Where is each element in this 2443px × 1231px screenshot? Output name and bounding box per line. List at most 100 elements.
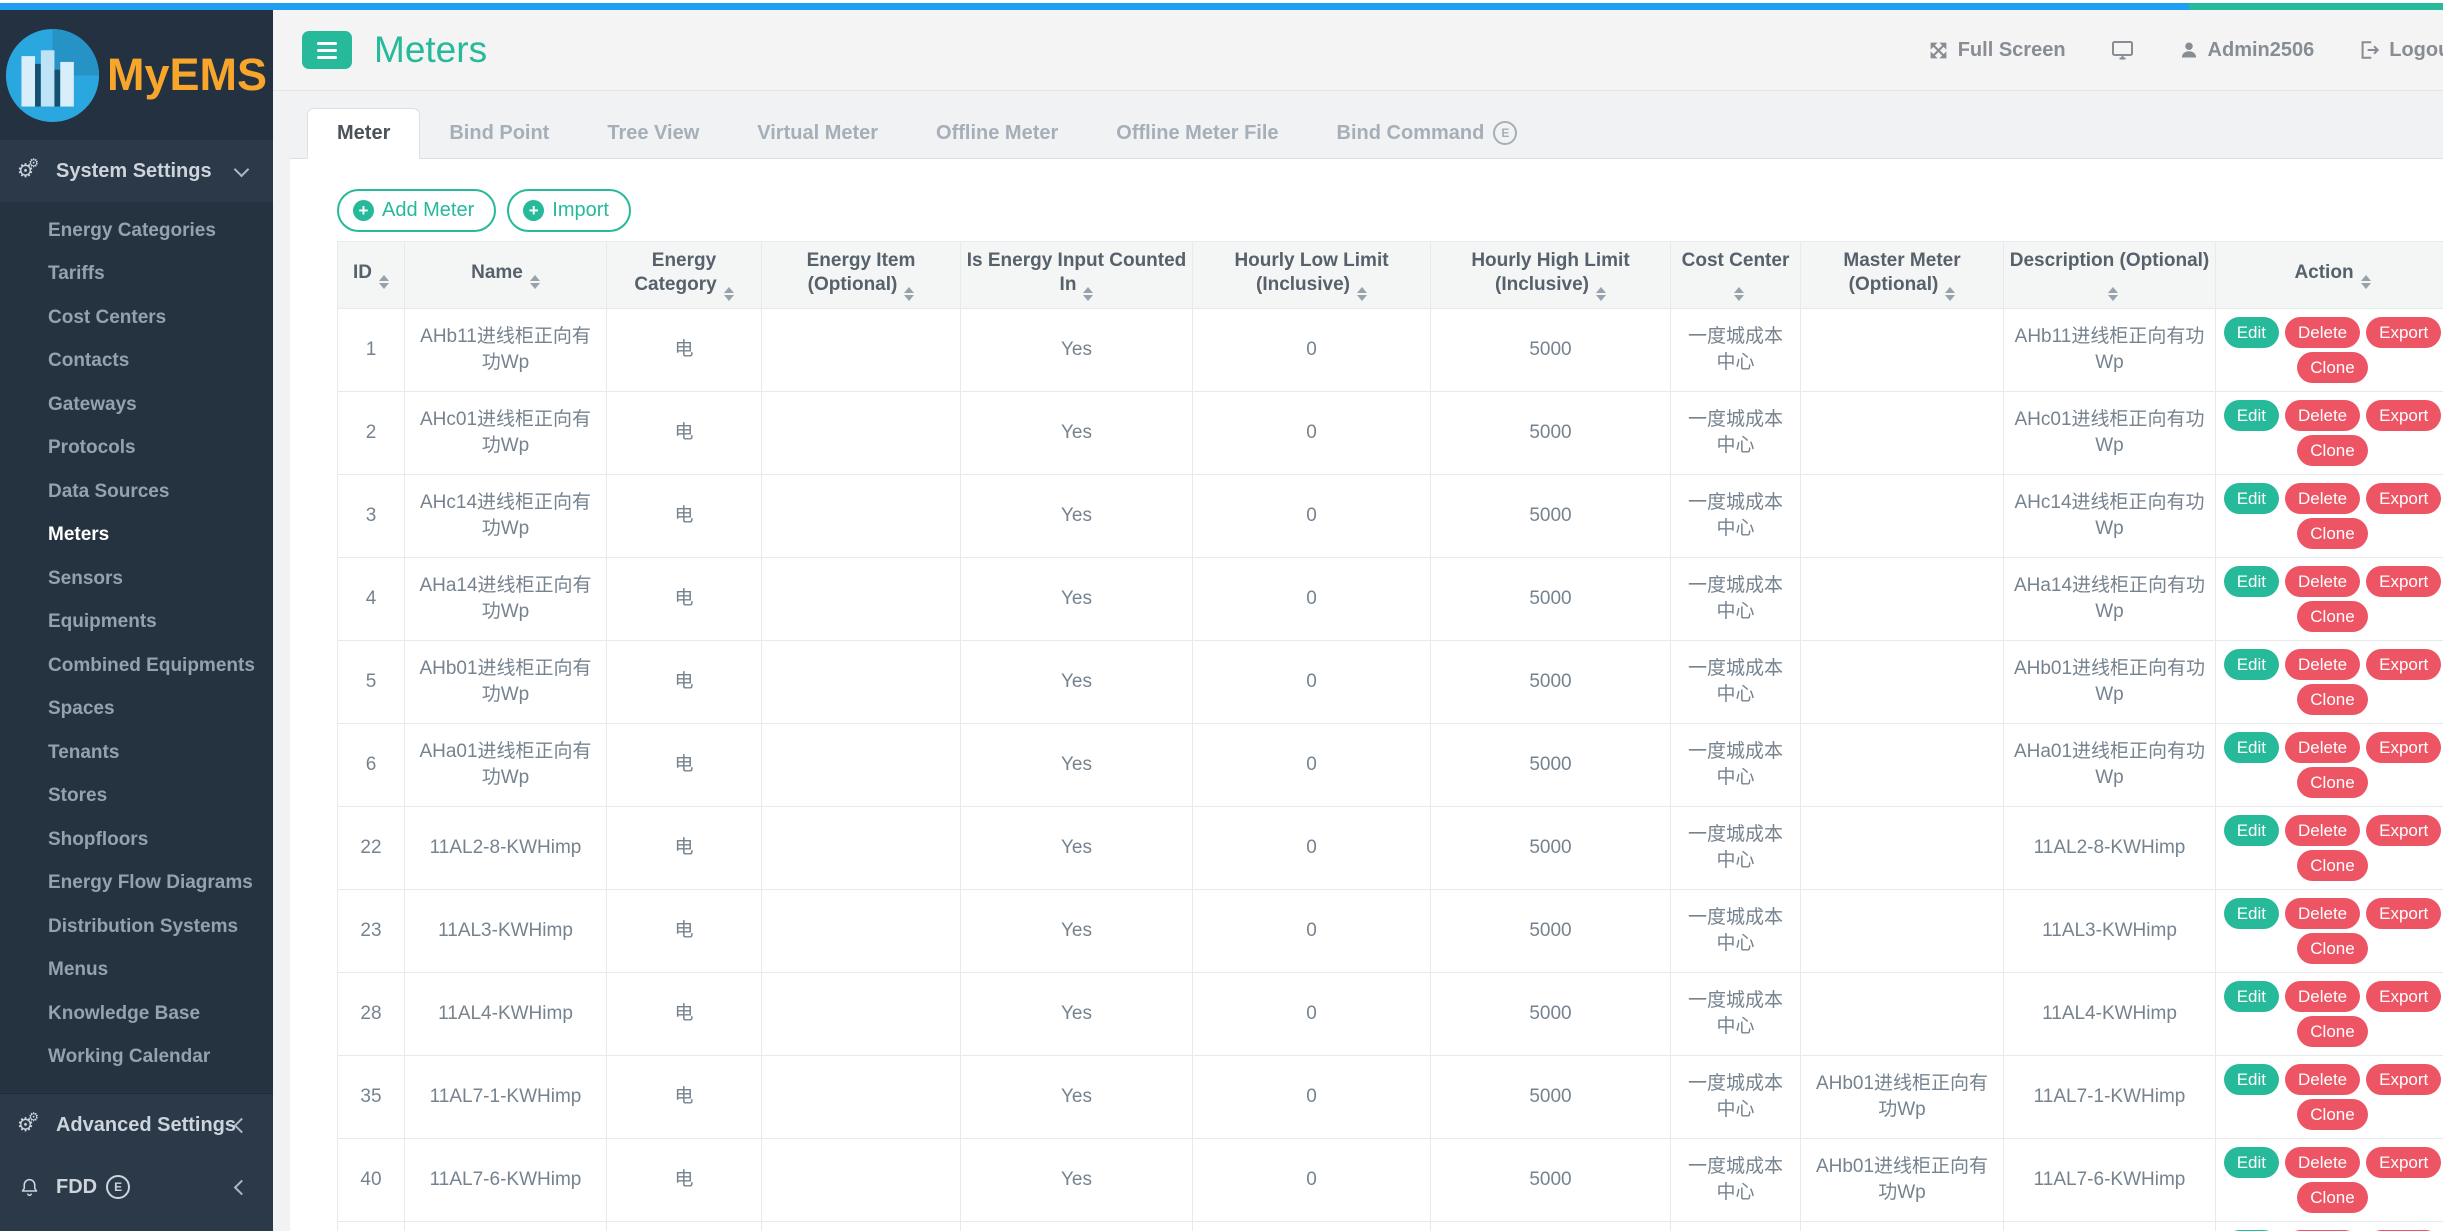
delete-button[interactable]: Delete xyxy=(2285,400,2360,431)
export-button[interactable]: Export xyxy=(2366,732,2441,763)
sidebar-item-gateways[interactable]: Gateways xyxy=(0,383,273,427)
fullscreen-button[interactable]: Full Screen xyxy=(1928,39,2066,62)
sidebar: MyEMS ⚙ System Settings Energy Categorie… xyxy=(0,10,273,1231)
column-header-energy-category[interactable]: Energy Category xyxy=(607,242,762,309)
export-button[interactable]: Export xyxy=(2366,981,2441,1012)
cell-action: EditDeleteExport Clone xyxy=(2216,392,2443,475)
sidebar-item-protocols[interactable]: Protocols xyxy=(0,427,273,471)
edit-button[interactable]: Edit xyxy=(2224,981,2279,1012)
tab-virtual-meter[interactable]: Virtual Meter xyxy=(728,108,907,158)
clone-button[interactable]: Clone xyxy=(2297,1182,2367,1213)
sidebar-item-shopfloors[interactable]: Shopfloors xyxy=(0,818,273,862)
clone-button[interactable]: Clone xyxy=(2297,684,2367,715)
column-header-energy-item-optional[interactable]: Energy Item (Optional) xyxy=(762,242,961,309)
export-button[interactable]: Export xyxy=(2366,898,2441,929)
tab-bind-command[interactable]: Bind CommandE xyxy=(1308,108,1547,158)
column-header-hourly-low-limit-inclusive[interactable]: Hourly Low Limit (Inclusive) xyxy=(1193,242,1431,309)
sidebar-item-stores[interactable]: Stores xyxy=(0,775,273,819)
edit-button[interactable]: Edit xyxy=(2224,1147,2279,1178)
column-header-id[interactable]: ID xyxy=(338,242,405,309)
delete-button[interactable]: Delete xyxy=(2285,898,2360,929)
tab-offline-meter[interactable]: Offline Meter xyxy=(907,108,1087,158)
delete-button[interactable]: Delete xyxy=(2285,732,2360,763)
sidebar-section-users-privileges[interactable]: Users & Privileges xyxy=(0,1218,273,1231)
delete-button[interactable]: Delete xyxy=(2285,649,2360,680)
expand-arrows-icon xyxy=(1928,40,1949,61)
tab-offline-meter-file[interactable]: Offline Meter File xyxy=(1087,108,1307,158)
export-button[interactable]: Export xyxy=(2366,400,2441,431)
delete-button[interactable]: Delete xyxy=(2285,566,2360,597)
sidebar-toggle-button[interactable] xyxy=(302,31,352,69)
sidebar-item-equipments[interactable]: Equipments xyxy=(0,601,273,645)
delete-button[interactable]: Delete xyxy=(2285,981,2360,1012)
sidebar-item-spaces[interactable]: Spaces xyxy=(0,688,273,732)
sort-icon xyxy=(2108,287,2118,301)
sidebar-item-contacts[interactable]: Contacts xyxy=(0,340,273,384)
edit-button[interactable]: Edit xyxy=(2224,898,2279,929)
tab-bind-point[interactable]: Bind Point xyxy=(420,108,578,158)
sidebar-item-sensors[interactable]: Sensors xyxy=(0,557,273,601)
edit-button[interactable]: Edit xyxy=(2224,400,2279,431)
monitor-button[interactable] xyxy=(2110,38,2135,62)
sidebar-section-system-settings[interactable]: ⚙ System Settings xyxy=(0,140,273,202)
sidebar-item-energy-flow-diagrams[interactable]: Energy Flow Diagrams xyxy=(0,862,273,906)
user-menu[interactable]: Admin2506 xyxy=(2179,39,2315,62)
export-button[interactable]: Export xyxy=(2366,815,2441,846)
cell-low: 0 xyxy=(1193,807,1431,890)
edit-button[interactable]: Edit xyxy=(2224,566,2279,597)
import-button[interactable]: + Import xyxy=(507,189,631,232)
export-button[interactable]: Export xyxy=(2366,566,2441,597)
clone-button[interactable]: Clone xyxy=(2297,1016,2367,1047)
clone-button[interactable]: Clone xyxy=(2297,767,2367,798)
sidebar-item-energy-categories[interactable]: Energy Categories xyxy=(0,209,273,253)
sidebar-section-fdd[interactable]: FDD E xyxy=(0,1156,273,1218)
chevron-down-icon xyxy=(234,161,250,177)
column-header-master-meter-optional[interactable]: Master Meter (Optional) xyxy=(1801,242,2004,309)
column-header-cost-center[interactable]: Cost Center xyxy=(1671,242,1801,309)
logout-button[interactable]: Logout xyxy=(2358,39,2443,62)
delete-button[interactable]: Delete xyxy=(2285,1064,2360,1095)
sidebar-item-tariffs[interactable]: Tariffs xyxy=(0,253,273,297)
export-button[interactable]: Export xyxy=(2366,649,2441,680)
delete-button[interactable]: Delete xyxy=(2285,317,2360,348)
edit-button[interactable]: Edit xyxy=(2224,1064,2279,1095)
sidebar-section-advanced-settings[interactable]: ⚙ Advanced Settings xyxy=(0,1094,273,1156)
clone-button[interactable]: Clone xyxy=(2297,1099,2367,1130)
sidebar-item-data-sources[interactable]: Data Sources xyxy=(0,470,273,514)
clone-button[interactable]: Clone xyxy=(2297,850,2367,881)
export-button[interactable]: Export xyxy=(2366,317,2441,348)
tab-meter[interactable]: Meter xyxy=(307,108,420,159)
export-button[interactable]: Export xyxy=(2366,1064,2441,1095)
sidebar-item-meters[interactable]: Meters xyxy=(0,514,273,558)
tab-tree-view[interactable]: Tree View xyxy=(578,108,728,158)
sidebar-item-combined-equipments[interactable]: Combined Equipments xyxy=(0,644,273,688)
column-header-name[interactable]: Name xyxy=(405,242,607,309)
sidebar-item-working-calendar[interactable]: Working Calendar xyxy=(0,1036,273,1080)
column-header-description-optional[interactable]: Description (Optional) xyxy=(2004,242,2216,309)
edit-button[interactable]: Edit xyxy=(2224,317,2279,348)
sidebar-item-cost-centers[interactable]: Cost Centers xyxy=(0,296,273,340)
edit-button[interactable]: Edit xyxy=(2224,483,2279,514)
add-meter-button[interactable]: + Add Meter xyxy=(337,189,496,232)
brand-logo[interactable]: MyEMS xyxy=(0,10,273,140)
clone-button[interactable]: Clone xyxy=(2297,933,2367,964)
export-button[interactable]: Export xyxy=(2366,1147,2441,1178)
edit-button[interactable]: Edit xyxy=(2224,649,2279,680)
clone-button[interactable]: Clone xyxy=(2297,435,2367,466)
column-header-action[interactable]: Action xyxy=(2216,242,2443,309)
sidebar-item-tenants[interactable]: Tenants xyxy=(0,731,273,775)
export-button[interactable]: Export xyxy=(2366,483,2441,514)
clone-button[interactable]: Clone xyxy=(2297,601,2367,632)
column-header-is-energy-input-counted-in[interactable]: Is Energy Input Counted In xyxy=(961,242,1193,309)
edit-button[interactable]: Edit xyxy=(2224,815,2279,846)
delete-button[interactable]: Delete xyxy=(2285,483,2360,514)
edit-button[interactable]: Edit xyxy=(2224,732,2279,763)
column-header-hourly-high-limit-inclusive[interactable]: Hourly High Limit (Inclusive) xyxy=(1431,242,1671,309)
delete-button[interactable]: Delete xyxy=(2285,815,2360,846)
sidebar-item-menus[interactable]: Menus xyxy=(0,949,273,993)
clone-button[interactable]: Clone xyxy=(2297,352,2367,383)
sidebar-item-knowledge-base[interactable]: Knowledge Base xyxy=(0,992,273,1036)
delete-button[interactable]: Delete xyxy=(2285,1147,2360,1178)
sidebar-item-distribution-systems[interactable]: Distribution Systems xyxy=(0,905,273,949)
clone-button[interactable]: Clone xyxy=(2297,518,2367,549)
